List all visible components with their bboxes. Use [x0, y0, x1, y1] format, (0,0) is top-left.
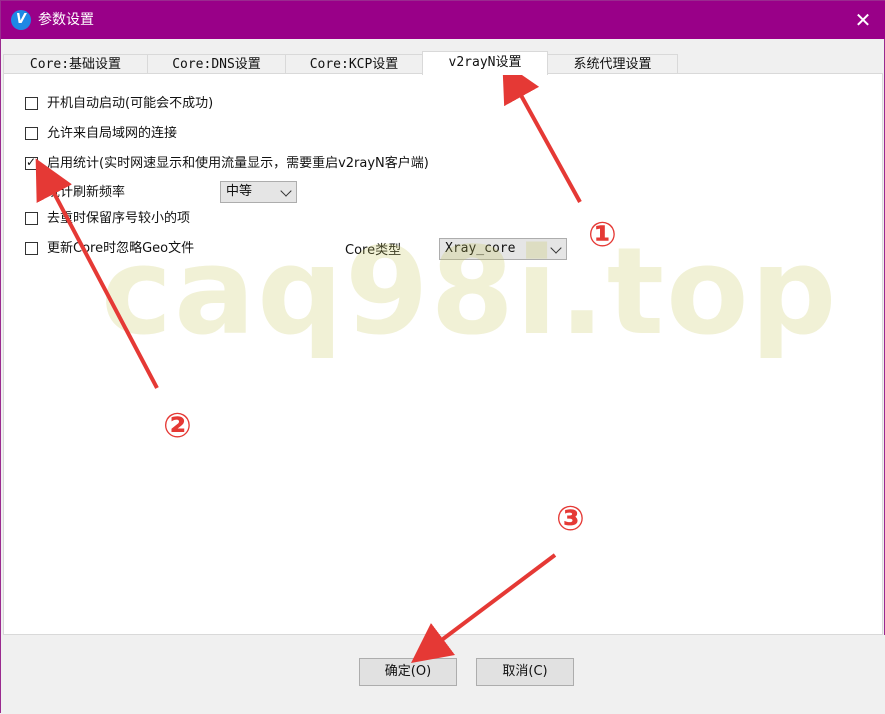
watermark: caq98i.top	[101, 223, 839, 362]
cancel-button[interactable]: 取消(C)	[476, 658, 574, 686]
ignore-geo-checkbox[interactable]	[25, 242, 38, 255]
tab-core-kcp[interactable]: Core:KCP设置	[285, 54, 423, 74]
title-bar: V 参数设置 ✕	[1, 1, 885, 39]
ok-button[interactable]: 确定(O)	[359, 658, 457, 686]
window-title: 参数设置	[38, 12, 94, 28]
button-bar: 确定(O) 取消(C)	[1, 635, 885, 714]
marker-3: ③	[556, 499, 585, 539]
enable-stats-checkbox[interactable]: ✓	[25, 155, 38, 170]
marker-1: ①	[588, 215, 617, 255]
autostart-checkbox[interactable]	[25, 97, 38, 110]
chevron-down-icon	[280, 185, 292, 197]
close-button[interactable]: ✕	[840, 1, 885, 39]
settings-dialog: V 参数设置 ✕ Core:基础设置 Core:DNS设置 Core:KCP设置…	[0, 0, 885, 714]
allow-lan-label: 允许来自局域网的连接	[47, 126, 178, 141]
keep-older-checkbox[interactable]	[25, 212, 38, 225]
stats-freq-value: 中等	[226, 184, 253, 199]
checkmark-icon: ✓	[26, 155, 37, 169]
stats-freq-label: 统计刷新频率	[47, 185, 126, 200]
tab-core-basic[interactable]: Core:基础设置	[3, 54, 148, 74]
tab-v2rayn-settings[interactable]: v2rayN设置	[422, 51, 548, 75]
v-logo-icon: V	[11, 10, 31, 30]
allow-lan-checkbox[interactable]	[25, 127, 38, 140]
tab-system-proxy[interactable]: 系统代理设置	[547, 54, 678, 74]
stats-freq-select[interactable]: 中等	[220, 181, 297, 203]
marker-2: ②	[163, 406, 192, 446]
tab-core-dns[interactable]: Core:DNS设置	[147, 54, 286, 74]
autostart-label: 开机自动启动(可能会不成功)	[47, 96, 214, 111]
enable-stats-label: 启用统计(实时网速显示和使用流量显示，需要重启v2rayN客户端)	[47, 156, 429, 171]
